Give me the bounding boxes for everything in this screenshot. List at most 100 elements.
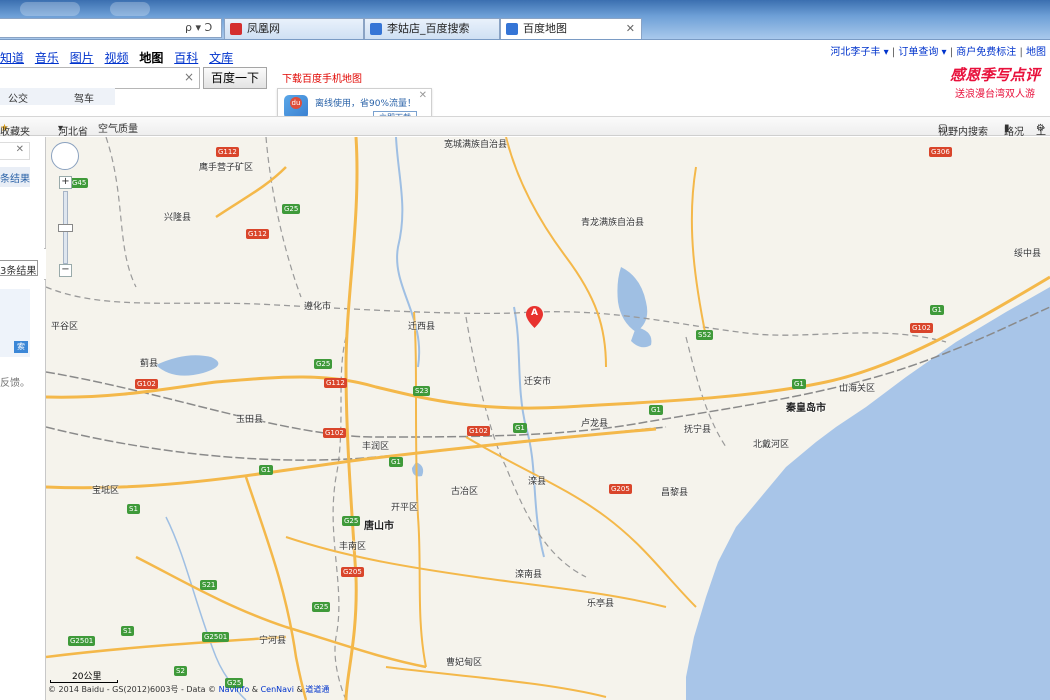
- road-shield: G25: [282, 204, 301, 214]
- place-label[interactable]: 宝坻区: [92, 483, 119, 496]
- place-label[interactable]: 迁安市: [524, 374, 551, 387]
- result-count-box[interactable]: 3条结果: [0, 260, 38, 277]
- place-label[interactable]: 滦南县: [515, 567, 542, 580]
- clear-search-icon[interactable]: ×: [184, 70, 194, 84]
- highway: [465, 436, 697, 608]
- tab-close-icon[interactable]: ✕: [626, 19, 635, 38]
- air-quality-link[interactable]: 空气质量: [98, 120, 138, 135]
- place-label[interactable]: 丰南区: [339, 539, 366, 552]
- road-shield: G1: [649, 405, 663, 415]
- place-label[interactable]: 昌黎县: [661, 485, 688, 498]
- place-label[interactable]: 平谷区: [51, 319, 78, 332]
- road-shield: G102: [323, 428, 346, 438]
- banner-line1: 感恩季写点评: [949, 66, 1040, 84]
- lake: [617, 267, 648, 332]
- zoom-out-button[interactable]: −: [59, 264, 72, 277]
- mode-drive[interactable]: 驾车: [74, 90, 94, 105]
- place-label[interactable]: 乐亭县: [587, 596, 614, 609]
- place-label[interactable]: 兴隆县: [164, 210, 191, 223]
- map-toolbar: ★ 收藏夹 河北省 ▾ 空气质量 ▢ 视野内搜索 ▮ 路况 ⚙ 工: [0, 116, 1050, 138]
- road-shield: G1: [792, 379, 806, 389]
- download-mobile-link[interactable]: 下载百度手机地图: [282, 70, 362, 85]
- scale-bar: 20公里: [50, 669, 118, 683]
- place-label[interactable]: 青龙满族自治县: [581, 215, 644, 228]
- nav-baike[interactable]: 百科: [174, 51, 198, 65]
- highway: [244, 476, 308, 700]
- road-shield: G102: [467, 426, 490, 436]
- place-label[interactable]: 开平区: [391, 500, 418, 513]
- zoom-control: + −: [51, 142, 81, 277]
- map-canvas[interactable]: 宽城满族自治县 鹰手营子矿区 兴隆县 青龙满族自治县 平谷区 遵化市 迁西县 蓟…: [46, 137, 1050, 700]
- nav-video[interactable]: 视频: [105, 51, 129, 65]
- nav-images[interactable]: 图片: [70, 51, 94, 65]
- road-shield: G25: [342, 516, 361, 526]
- panel-search-box[interactable]: ✕: [0, 142, 30, 160]
- promo-close-icon[interactable]: ✕: [419, 90, 427, 101]
- mode-bus[interactable]: 公交: [8, 90, 28, 105]
- nav-zhidao[interactable]: 知道: [0, 51, 24, 65]
- search-go-button[interactable]: 索: [14, 341, 28, 353]
- cennavi-link[interactable]: CenNavi: [261, 685, 294, 694]
- road-shield: G102: [910, 323, 933, 333]
- promo-text: 离线使用，省90%流量！: [315, 99, 417, 109]
- tab-baidu-search[interactable]: 李姑店_百度搜索: [364, 18, 500, 39]
- place-label[interactable]: 迁西县: [408, 319, 435, 332]
- search-input[interactable]: ×: [0, 67, 200, 89]
- search-button[interactable]: 百度一下: [203, 67, 267, 89]
- highway: [135, 555, 427, 669]
- tab-label: 李姑店_百度搜索: [387, 22, 470, 35]
- map-link[interactable]: 地图: [1026, 47, 1046, 58]
- place-label[interactable]: 北戴河区: [753, 437, 789, 450]
- address-bar-icons[interactable]: ρ ▾ Ͻ: [185, 21, 212, 34]
- chevron-down-icon: ▾: [58, 123, 64, 134]
- road-shield: G112: [216, 147, 239, 157]
- road-shield: G25: [312, 602, 331, 612]
- navinfo-link[interactable]: Navinfo: [219, 685, 250, 694]
- user-links: 河北李子丰 ▾ | 订单查询 ▾ | 商户免费标注 | 地图: [830, 47, 1046, 58]
- place-label[interactable]: 卢龙县: [581, 416, 608, 429]
- place-label[interactable]: 唐山市: [364, 517, 394, 532]
- pan-control-icon[interactable]: [51, 142, 79, 170]
- road-shield: G1: [513, 423, 527, 433]
- road-shield: G306: [929, 147, 952, 157]
- promo-banner[interactable]: 感恩季写点评 送浪漫台湾双人游: [945, 65, 1045, 107]
- daodaotong-link[interactable]: 道道通: [305, 685, 329, 694]
- feedback-text[interactable]: 反馈。: [0, 374, 30, 389]
- chrome-decoration: [20, 2, 80, 16]
- tab-baidu-map[interactable]: 百度地图 ✕: [500, 18, 642, 39]
- place-label[interactable]: 宽城满族自治县: [444, 137, 507, 150]
- banner-line2: 送浪漫台湾双人游: [955, 89, 1035, 100]
- tab-fenghuang[interactable]: 凤凰网: [224, 18, 364, 39]
- lake: [156, 355, 219, 376]
- order-query[interactable]: 订单查询 ▾: [898, 47, 946, 58]
- left-panel: ✕ 条结果 3条结果 索 反馈。: [0, 137, 46, 700]
- place-label[interactable]: 抚宁县: [684, 422, 711, 435]
- merchant-label-link[interactable]: 商户免费标注: [956, 47, 1016, 58]
- road-shield: S21: [200, 580, 218, 590]
- place-label[interactable]: 遵化市: [304, 299, 331, 312]
- place-label[interactable]: 鹰手营子矿区: [199, 160, 253, 173]
- user-menu[interactable]: 河北李子丰 ▾: [830, 47, 888, 58]
- result-count[interactable]: 条结果: [0, 167, 30, 187]
- road-shield: S1: [127, 504, 140, 514]
- place-label[interactable]: 玉田县: [236, 412, 263, 425]
- place-label[interactable]: 古冶区: [451, 484, 478, 497]
- address-bar[interactable]: ρ ▾ Ͻ: [0, 18, 222, 38]
- road-shield: S2: [174, 666, 187, 676]
- place-label[interactable]: 滦县: [528, 474, 546, 487]
- nav-music[interactable]: 音乐: [35, 51, 59, 65]
- zoom-slider-handle[interactable]: [58, 224, 73, 232]
- place-label[interactable]: 秦皇岛市: [786, 399, 826, 414]
- zoom-in-button[interactable]: +: [59, 176, 72, 189]
- place-label[interactable]: 曹妃甸区: [446, 655, 482, 668]
- place-label[interactable]: 山海关区: [839, 381, 875, 394]
- nav-map-current: 地图: [139, 51, 164, 65]
- close-icon[interactable]: ✕: [16, 144, 24, 155]
- place-label[interactable]: 丰润区: [362, 439, 389, 452]
- place-label[interactable]: 绥中县: [1014, 246, 1041, 259]
- location-marker[interactable]: A: [526, 306, 543, 328]
- nav-wenku[interactable]: 文库: [209, 51, 233, 65]
- place-label[interactable]: 宁河县: [259, 633, 286, 646]
- route-modes: 公交 驾车: [0, 88, 115, 105]
- place-label[interactable]: 蓟县: [140, 356, 158, 369]
